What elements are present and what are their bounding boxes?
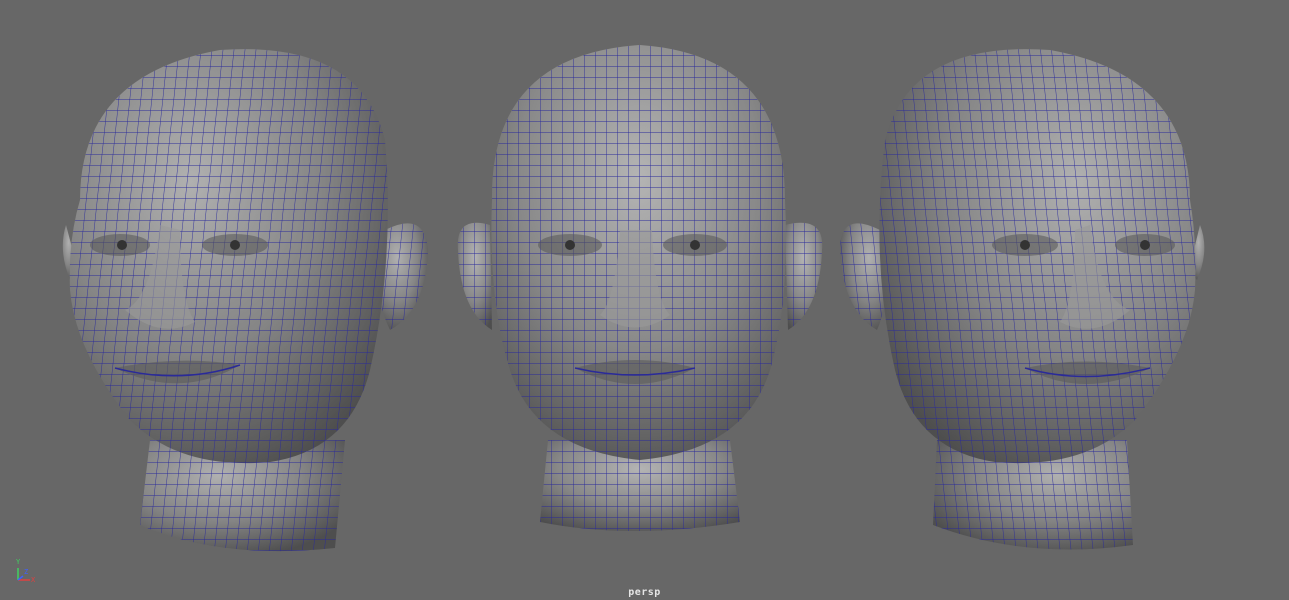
- camera-name-label: persp: [628, 587, 661, 598]
- axis-gizmo: Y X Z: [12, 558, 40, 586]
- axis-z-label: Z: [24, 568, 29, 576]
- axis-x-label: X: [31, 576, 36, 584]
- perspective-viewport[interactable]: Y X Z persp: [0, 0, 1289, 600]
- axis-y-label: Y: [16, 558, 21, 566]
- head-mesh-three-quarter-right[interactable]: [815, 0, 1235, 570]
- head-mesh-front[interactable]: [430, 0, 850, 570]
- head-mesh-three-quarter-left[interactable]: [30, 0, 440, 570]
